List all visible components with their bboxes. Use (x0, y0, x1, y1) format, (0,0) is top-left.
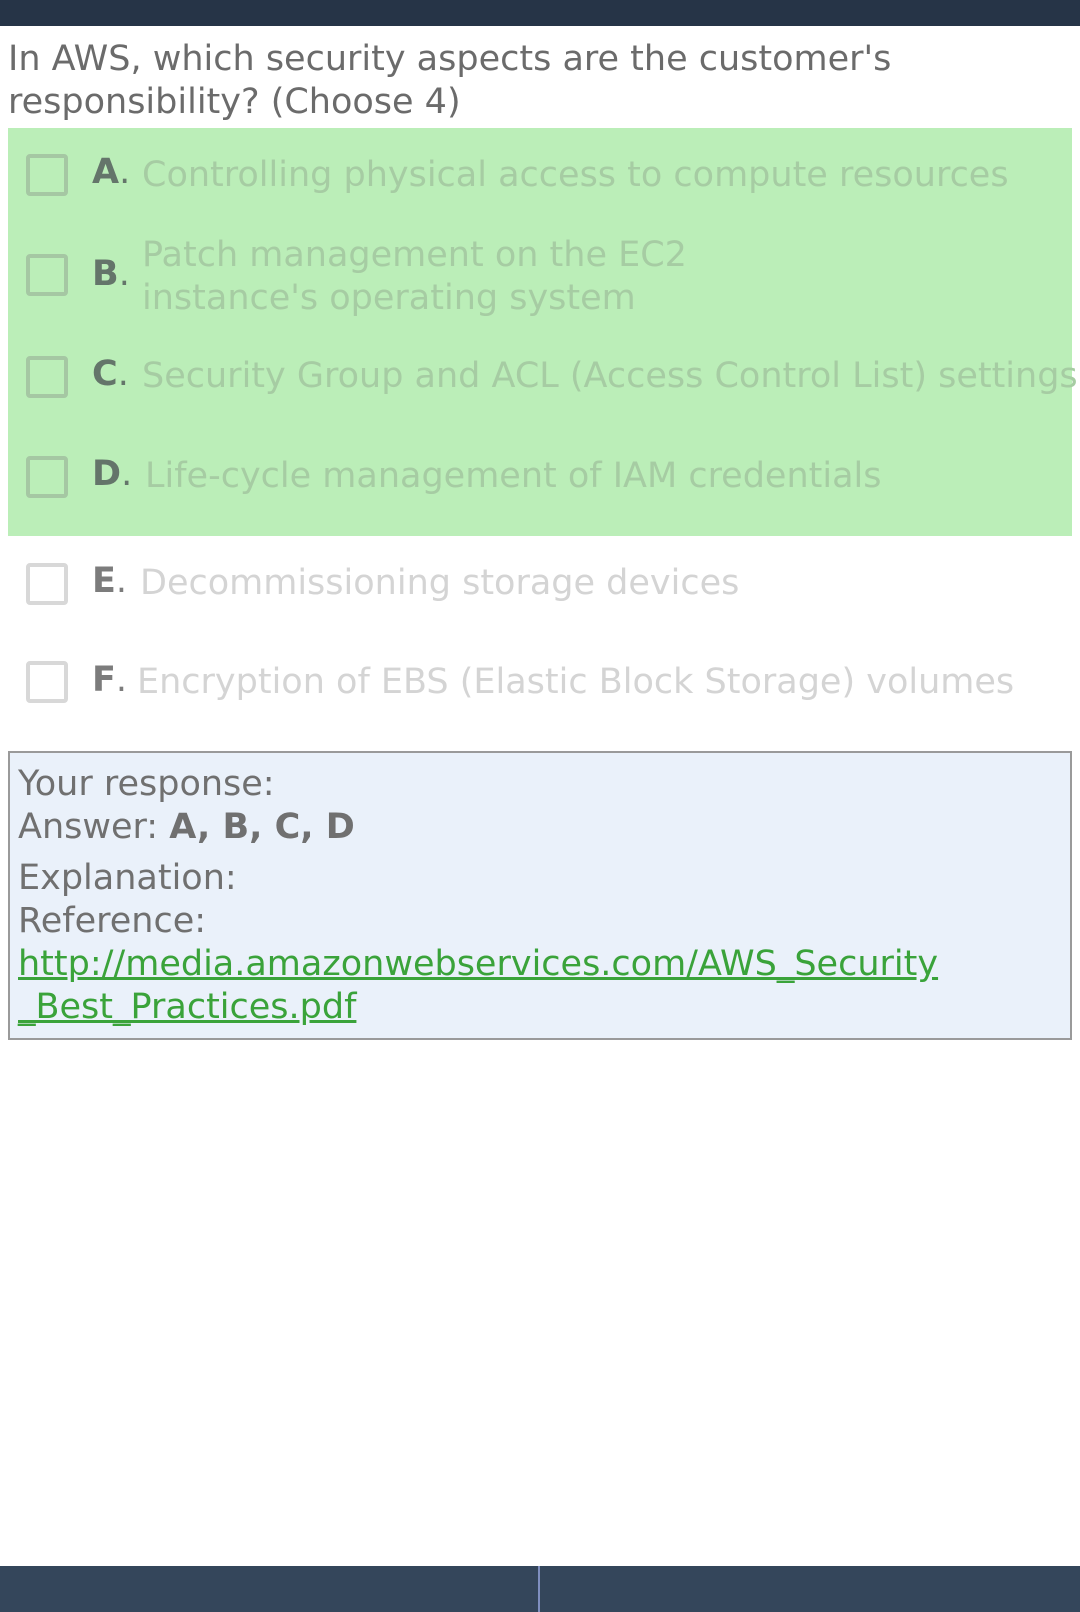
option-c-checkbox[interactable] (26, 356, 68, 398)
reference-link[interactable]: http://media.amazonwebservices.com/AWS_S… (18, 943, 948, 1029)
option-f-checkbox[interactable] (26, 661, 68, 703)
bottom-nav-divider (538, 1566, 540, 1612)
option-d-letter: D. (92, 454, 133, 494)
option-c-text: Security Group and ACL (Access Control L… (142, 356, 1078, 396)
option-f-letter: F. (92, 660, 128, 700)
bottom-nav-bar (0, 1566, 1080, 1612)
option-c-letter: C. (92, 354, 129, 394)
option-a[interactable]: A. Controlling physical access to comput… (8, 128, 1072, 228)
top-bar (0, 0, 1080, 26)
option-f[interactable]: F. Encryption of EBS (Elastic Block Stor… (8, 636, 1072, 736)
answer-label: Answer: (18, 807, 159, 847)
explanation-label: Explanation: (18, 858, 237, 898)
options-list: A. Controlling physical access to comput… (8, 128, 1078, 736)
option-c[interactable]: C. Security Group and ACL (Access Contro… (8, 336, 1078, 436)
option-a-letter: A. (92, 152, 131, 192)
answer-value: A, B, C, D (169, 807, 355, 847)
question-text: In AWS, which security aspects are the c… (8, 39, 892, 122)
response-heading: Your response: (18, 764, 275, 804)
option-f-text: Encryption of EBS (Elastic Block Storage… (137, 662, 1015, 702)
option-d-text: Life-cycle management of IAM credentials (145, 456, 882, 496)
option-e[interactable]: E. Decommissioning storage devices (8, 536, 1072, 636)
option-e-checkbox[interactable] (26, 563, 68, 605)
option-a-checkbox[interactable] (26, 154, 68, 196)
option-b-text: Patch management on the EC2 instance's o… (142, 235, 687, 318)
option-b-checkbox[interactable] (26, 254, 68, 296)
answer-line: Answer: A, B, C, D (18, 806, 1062, 849)
response-panel: Your response: Answer: A, B, C, D Explan… (8, 751, 1072, 1040)
option-e-text: Decommissioning storage devices (140, 563, 740, 603)
option-a-text: Controlling physical access to compute r… (142, 155, 1009, 195)
reference-label: Reference: (18, 901, 207, 941)
option-b-letter: B. (92, 254, 130, 294)
option-e-letter: E. (92, 561, 128, 601)
option-b[interactable]: B. Patch management on the EC2 instance'… (8, 228, 1072, 336)
option-d-checkbox[interactable] (26, 456, 68, 498)
option-d[interactable]: D. Life-cycle management of IAM credenti… (8, 436, 1072, 536)
